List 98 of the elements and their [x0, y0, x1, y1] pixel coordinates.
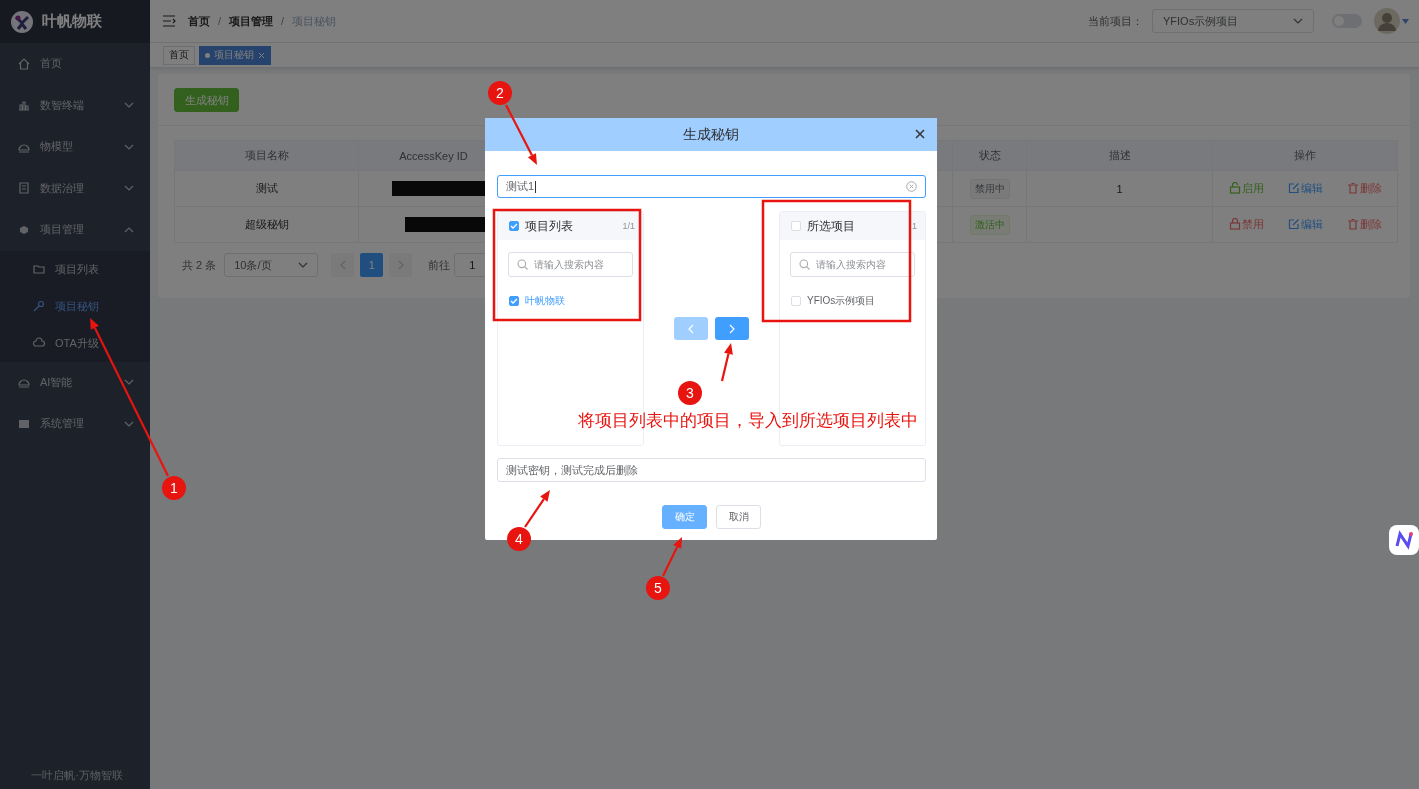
menu-icon — [162, 15, 176, 27]
name-field[interactable]: 测试1 — [497, 175, 926, 198]
list-item-label[interactable]: 叶帆物联 — [525, 294, 565, 308]
status-tag: 激活中 — [969, 214, 1010, 235]
avatar-icon — [1374, 8, 1400, 34]
check-icon — [510, 298, 518, 304]
chevron-right-icon — [397, 260, 404, 270]
submenu-item[interactable]: 项目秘钥 — [0, 287, 150, 325]
panel-title: 所选项目 — [807, 217, 855, 235]
close-icon — [915, 129, 925, 139]
annotation-arrow — [505, 104, 537, 165]
annotation-arrow — [720, 343, 733, 382]
lock-icon — [1228, 218, 1241, 231]
search-icon — [517, 259, 528, 270]
menu-item[interactable]: AI智能 — [0, 361, 150, 403]
confirm-button[interactable]: 确定 — [662, 505, 707, 529]
dialog-title: 生成秘钥 — [683, 125, 739, 144]
assistant-icon — [1389, 525, 1419, 555]
project-label: 当前项目： — [1088, 13, 1143, 29]
cancel-button[interactable]: 取消 — [716, 505, 761, 529]
column-header: 项目名称 — [174, 140, 359, 171]
close-button[interactable] — [915, 129, 925, 139]
action-link[interactable]: 删除 — [1346, 180, 1382, 196]
home-icon — [17, 56, 31, 71]
key-icon — [32, 299, 46, 313]
item-count: 1 — [912, 221, 917, 231]
checkbox[interactable] — [509, 296, 519, 306]
table-cell: 测试 — [174, 170, 359, 207]
step-number: 4 — [507, 527, 531, 551]
close-icon — [258, 51, 265, 59]
breadcrumb-separator: / — [281, 15, 285, 27]
chevron-left-icon — [688, 323, 694, 334]
document-icon — [17, 181, 31, 196]
annotation-arrow — [524, 490, 550, 528]
action-link[interactable]: 启用 — [1228, 180, 1264, 196]
page-size-select[interactable]: 10条/页 — [224, 253, 319, 277]
column-header: 状态 — [952, 140, 1027, 171]
chart-icon — [17, 98, 31, 113]
trash-icon — [1346, 182, 1359, 195]
menu-item[interactable]: 数智终端 — [0, 84, 150, 126]
chevron-down-icon — [124, 102, 134, 109]
table-cell: 1 — [1026, 170, 1213, 207]
chevron-right-icon — [729, 323, 735, 334]
check-icon — [510, 223, 518, 229]
annotation-arrow — [662, 537, 682, 577]
chevron-left-icon — [339, 260, 346, 270]
breadcrumb-separator: / — [218, 15, 222, 27]
search-field[interactable]: 请输入搜索内容 — [508, 252, 633, 277]
chevron-down-icon — [298, 262, 309, 268]
checkbox[interactable] — [509, 221, 519, 231]
breadcrumb-link[interactable]: 首页 — [188, 13, 210, 29]
panel-title: 项目列表 — [525, 217, 573, 235]
item-count: 1/1 — [622, 221, 635, 231]
total-count: 共 2 条 — [182, 257, 217, 273]
step-number: 1 — [162, 476, 186, 500]
search-icon — [799, 259, 810, 270]
clear-icon — [906, 181, 917, 192]
breadcrumb-link[interactable]: 项目管理 — [229, 13, 274, 29]
edit-icon — [1287, 218, 1300, 231]
search-field[interactable]: 请输入搜索内容 — [790, 252, 915, 277]
chevron-down-icon — [124, 420, 134, 427]
step-number: 5 — [646, 576, 670, 600]
goto-label: 前往 — [428, 257, 451, 273]
submenu-item[interactable]: 项目列表 — [0, 250, 150, 288]
status-tag: 禁用中 — [969, 178, 1010, 199]
previous-page-button[interactable] — [331, 253, 355, 277]
action-link[interactable]: 删除 — [1346, 216, 1382, 232]
trash-icon — [1346, 218, 1359, 231]
project-select[interactable]: YFIOs示例项目 — [1152, 9, 1314, 33]
chevron-up-icon — [124, 226, 134, 233]
generate-key-button[interactable]: 生成秘钥 — [174, 88, 239, 112]
column-header: 描述 — [1026, 140, 1213, 171]
unlock-icon — [1228, 182, 1241, 195]
table-cell: 超级秘钥 — [174, 206, 359, 243]
move-right-button[interactable] — [715, 317, 749, 340]
list-item-label[interactable]: YFIOs示例项目 — [807, 294, 876, 308]
annotation-text: 将项目列表中的项目，导入到所选项目列表中 — [578, 410, 918, 432]
menu-item[interactable]: 物模型 — [0, 126, 150, 168]
folder-icon — [32, 262, 46, 276]
edit-icon — [1287, 182, 1300, 195]
next-page-button[interactable] — [389, 253, 413, 277]
column-header: 操作 — [1212, 140, 1398, 171]
chevron-down-icon — [124, 143, 134, 150]
description-field[interactable]: 测试密钥，测试完成后删除 — [497, 458, 926, 482]
page-tab[interactable]: 首页 — [163, 45, 195, 65]
caret-icon — [1402, 18, 1409, 24]
action-link[interactable]: 编辑 — [1287, 216, 1323, 232]
chevron-down-icon — [1293, 18, 1303, 24]
cloud-icon — [32, 336, 46, 350]
logo-text: 叶帆物联 — [42, 12, 102, 31]
submenu-item[interactable]: OTA升级 — [0, 324, 150, 362]
page-tab[interactable]: 项目秘钥 — [199, 45, 271, 65]
page-number-button[interactable]: 1 — [360, 253, 384, 277]
action-link[interactable]: 禁用 — [1228, 216, 1264, 232]
action-link[interactable]: 编辑 — [1287, 180, 1323, 196]
chevron-down-icon — [124, 379, 134, 386]
chevron-down-icon — [124, 185, 134, 192]
logo-icon — [10, 9, 34, 34]
